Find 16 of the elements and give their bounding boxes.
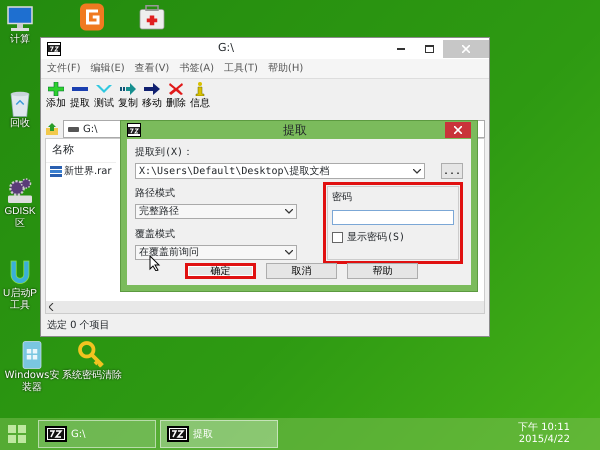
status-text: 选定 0 个项目 [46,318,111,332]
desktop-icon-label: 回收 [10,118,30,130]
desktop-icon-label: U启动P 工具 [3,288,37,312]
field-label: 路径模式 [135,186,176,201]
group-label: 密码 [332,190,353,205]
window-title: G:\ [217,40,235,56]
desktop-icon-label: 计算 [10,34,30,46]
desktop-icon-label: GDISK 区 [4,206,36,230]
clock-time: 下午 10:11 [518,422,570,434]
desktop-icon-label: Windows安 装器 [4,370,60,394]
field-label: 提取到(X)： [135,146,194,160]
field-label: 覆盖模式 [135,228,176,242]
dialog-title: 提取 [282,122,308,139]
desktop-icon-label: 系统密码清除 [62,370,122,382]
clock-date: 2015/4/22 [518,434,570,446]
checkbox-label: 显示密码(S) [347,230,406,245]
